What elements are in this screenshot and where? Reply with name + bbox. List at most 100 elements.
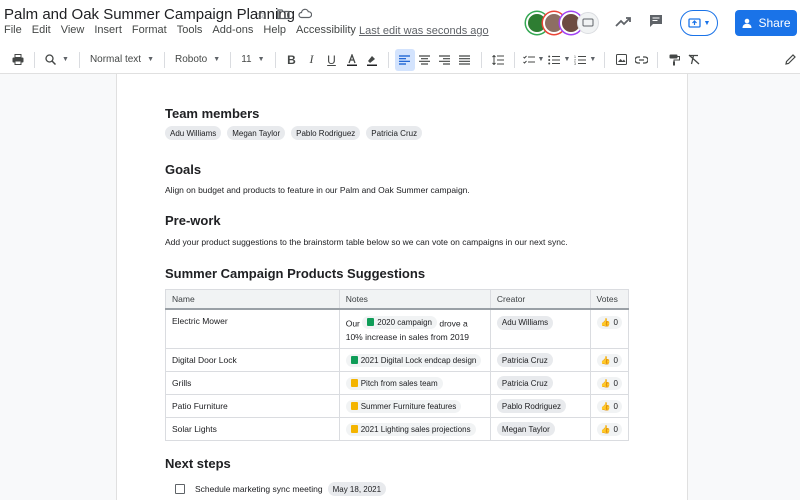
thumbs-up-icon: 👍 — [600, 424, 611, 434]
person-chip[interactable]: Pablo Rodriguez — [291, 126, 361, 140]
column-header-name: Name — [165, 289, 340, 310]
table-row: Digital Door Lock 2021 Digital Lock endc… — [165, 348, 630, 372]
menu-tools[interactable]: Tools — [177, 24, 207, 36]
menu-addons[interactable]: Add-ons — [212, 24, 257, 36]
thumbs-up-icon: 👍 — [600, 317, 611, 327]
menu-accessibility[interactable]: Accessibility — [296, 24, 360, 36]
chevron-down-icon: ▼ — [703, 19, 711, 27]
row-name: Grills — [165, 371, 340, 395]
bulleted-list-dropdown[interactable]: ▼ — [546, 49, 572, 71]
vote-count: 0 — [613, 378, 618, 388]
file-chip-label: Pitch from sales team — [360, 378, 438, 388]
person-chip[interactable]: Patricia Cruz — [496, 353, 553, 367]
row-creator: Pablo Rodriguez — [489, 394, 591, 418]
person-chip[interactable]: Adu Williams — [496, 315, 554, 330]
share-label: Share — [758, 16, 791, 30]
file-chip[interactable]: 2021 Lighting sales projections — [345, 422, 476, 436]
row-votes: 👍 0 — [589, 348, 630, 372]
chevron-down-icon: ▼ — [213, 56, 221, 63]
person-chip[interactable]: Pablo Rodriguez — [496, 399, 567, 413]
align-left-icon[interactable] — [394, 48, 415, 71]
thumbs-up-icon: 👍 — [600, 355, 611, 365]
italic-icon[interactable]: I — [302, 49, 322, 71]
menu-insert[interactable]: Insert — [94, 24, 126, 36]
menu-edit[interactable]: Edit — [32, 24, 55, 36]
comments-icon[interactable] — [645, 12, 667, 34]
underline-icon[interactable]: U — [322, 49, 342, 71]
row-creator: Adu Williams — [489, 308, 591, 349]
align-center-icon[interactable] — [415, 49, 435, 71]
insert-image-icon[interactable] — [611, 49, 631, 71]
align-right-icon[interactable] — [435, 49, 455, 71]
chevron-down-icon: ▼ — [147, 56, 154, 63]
menu-help[interactable]: Help — [263, 24, 290, 36]
menu-format[interactable]: Format — [132, 24, 171, 36]
move-folder-icon[interactable] — [276, 8, 290, 22]
vote-count: 0 — [613, 355, 618, 365]
insert-link-icon[interactable] — [631, 49, 651, 71]
last-edit-link[interactable]: Last edit was seconds ago — [359, 25, 489, 37]
zoom-dropdown[interactable]: ▼ — [41, 49, 73, 71]
checklist-item: Schedule marketing sync meeting May 18, … — [175, 482, 387, 496]
person-icon — [742, 18, 752, 28]
formatting-toolbar: ▼ Normal text ▼ Roboto ▼ 11 ▼ B I U ▼ ▼ … — [0, 46, 800, 74]
person-chip[interactable]: Patricia Cruz — [366, 126, 423, 140]
row-name: Solar Lights — [165, 417, 340, 441]
line-spacing-icon[interactable] — [488, 49, 508, 71]
person-chip[interactable]: Megan Taylor — [496, 422, 555, 436]
slides-file-icon — [350, 379, 358, 387]
highlight-color-icon[interactable] — [362, 49, 382, 71]
vote-chip[interactable]: 👍 0 — [596, 399, 622, 413]
person-chip[interactable]: Megan Taylor — [227, 126, 286, 140]
print-icon[interactable] — [8, 49, 28, 71]
document-page[interactable]: Team members Adu Williams Megan Taylor P… — [116, 74, 688, 500]
vote-chip[interactable]: 👍 0 — [596, 315, 622, 329]
table-row: Solar Lights 2021 Lighting sales project… — [165, 417, 630, 441]
share-button[interactable]: Share — [735, 10, 797, 36]
vote-chip[interactable]: 👍 0 — [596, 376, 622, 390]
table-header-row: Name Notes Creator Votes — [165, 289, 630, 310]
numbered-list-dropdown[interactable]: 123 ▼ — [572, 49, 598, 71]
clear-formatting-icon[interactable] — [684, 49, 704, 71]
file-chip[interactable]: 2021 Digital Lock endcap design — [345, 353, 482, 367]
font-size-dropdown[interactable]: 11 ▼ — [237, 49, 268, 71]
present-meeting-button[interactable]: ▼ — [680, 10, 718, 36]
more-collaborators-icon[interactable] — [577, 12, 599, 34]
svg-text:3: 3 — [574, 62, 576, 65]
checklist-dropdown[interactable]: ▼ — [521, 49, 547, 71]
justify-icon[interactable] — [455, 49, 475, 71]
note-text: drove a — [439, 318, 468, 328]
paint-format-icon[interactable] — [664, 49, 684, 71]
file-chip[interactable]: 2020 campaign — [362, 315, 437, 329]
file-chip-label: Summer Furniture features — [360, 401, 457, 411]
row-notes: 2021 Lighting sales projections — [338, 417, 491, 441]
vote-count: 0 — [613, 317, 618, 327]
person-chip[interactable]: Patricia Cruz — [496, 376, 553, 390]
person-chip[interactable]: Adu Williams — [165, 126, 222, 140]
star-icon[interactable]: ☆ — [254, 8, 268, 22]
vote-chip[interactable]: 👍 0 — [596, 353, 622, 367]
menu-file[interactable]: File — [4, 24, 26, 36]
prework-text: Add your product suggestions to the brai… — [165, 237, 568, 247]
thumbs-up-icon: 👍 — [600, 401, 611, 411]
paragraph-style-dropdown[interactable]: Normal text ▼ — [86, 49, 158, 71]
editing-mode-pencil-icon[interactable] — [780, 49, 800, 71]
vote-count: 0 — [613, 424, 618, 434]
zoom-icon — [45, 54, 56, 65]
file-chip[interactable]: Pitch from sales team — [345, 376, 443, 390]
menu-view[interactable]: View — [61, 24, 89, 36]
checkbox[interactable] — [175, 484, 185, 494]
text-color-icon[interactable] — [342, 49, 362, 71]
document-title[interactable]: Palm and Oak Summer Campaign Planning — [4, 6, 295, 23]
vote-chip[interactable]: 👍 0 — [596, 422, 622, 436]
activity-dashboard-icon[interactable] — [612, 12, 634, 34]
font-dropdown[interactable]: Roboto ▼ — [171, 49, 224, 71]
file-chip[interactable]: Summer Furniture features — [345, 399, 462, 413]
cloud-status-icon[interactable] — [298, 8, 313, 22]
date-chip[interactable]: May 18, 2021 — [327, 482, 387, 496]
bulleted-list-icon — [548, 55, 561, 64]
chevron-down-icon: ▼ — [62, 56, 69, 63]
table-row: Patio Furniture Summer Furniture feature… — [165, 394, 630, 418]
bold-icon[interactable]: B — [282, 49, 302, 71]
slides-file-icon — [350, 425, 358, 433]
